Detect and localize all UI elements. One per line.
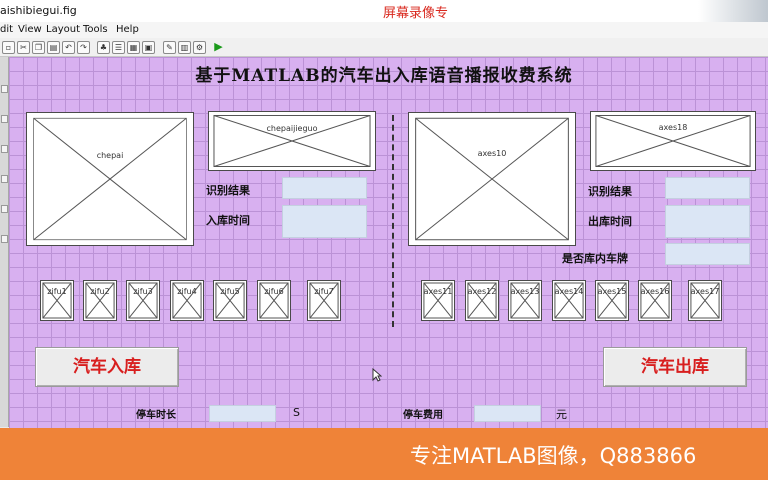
fee-field[interactable] — [474, 405, 541, 422]
menu-view[interactable]: View — [18, 24, 42, 35]
axes-axes18[interactable]: axes18 — [590, 111, 756, 171]
duration-label: 停车时长 — [136, 410, 176, 421]
window-title: aishibiegui.fig — [0, 4, 77, 17]
page-title: 基于MATLAB的汽车出入库语音播报收费系统 — [195, 66, 573, 86]
promo-banner-text: 专注MATLAB图像，Q883866 — [410, 444, 697, 468]
mouse-cursor-icon — [372, 368, 382, 382]
entry-result-field[interactable] — [282, 177, 367, 199]
axes-tag: zifu5 — [220, 287, 240, 296]
section-divider — [392, 115, 394, 327]
exit-time-field[interactable] — [665, 205, 750, 238]
redo-icon[interactable]: ↷ — [77, 41, 90, 54]
axes-axes11[interactable]: axes11 — [421, 280, 455, 321]
duration-unit: S — [293, 406, 300, 419]
axes-zifu2[interactable]: zifu2 — [83, 280, 117, 321]
tab-order-icon[interactable]: ▦ — [127, 41, 140, 54]
exit-time-label: 出库时间 — [588, 215, 632, 228]
axes-chepaijieguo[interactable]: chepaijieguo — [208, 111, 376, 171]
axes-tag: chepaijieguo — [266, 124, 318, 133]
axes-tag: axes13 — [510, 287, 540, 296]
axes-zifu4[interactable]: zifu4 — [170, 280, 204, 321]
axes-axes17[interactable]: axes17 — [688, 280, 722, 321]
undo-icon[interactable]: ↶ — [62, 41, 75, 54]
axes-tag: zifu4 — [177, 287, 197, 296]
fee-unit: 元 — [556, 408, 567, 421]
axes-tag: zifu2 — [90, 287, 110, 296]
axes-tag: axes10 — [477, 149, 507, 158]
menu-edit[interactable]: dit — [0, 24, 13, 35]
property-inspector-icon[interactable]: ▥ — [178, 41, 191, 54]
palette-tool-icon[interactable] — [1, 235, 8, 243]
align-icon[interactable]: ♣ — [97, 41, 110, 54]
title-bar: aishibiegui.fig 屏幕录像专 — [0, 0, 768, 40]
menu-bar: dit View Layout Tools Help — [0, 22, 768, 38]
axes-tag: zifu6 — [264, 287, 284, 296]
palette-tool-icon[interactable] — [1, 85, 8, 93]
duration-field[interactable] — [209, 405, 276, 422]
axes-zifu6[interactable]: zifu6 — [257, 280, 291, 321]
paste-icon[interactable]: ▤ — [47, 41, 60, 54]
axes-tag: zifu3 — [133, 287, 153, 296]
entry-time-label: 入库时间 — [206, 214, 250, 227]
car-entry-button[interactable]: 汽车入库 — [35, 347, 179, 387]
copy-icon[interactable]: ❐ — [32, 41, 45, 54]
axes-axes13[interactable]: axes13 — [508, 280, 542, 321]
in-garage-field[interactable] — [665, 243, 750, 265]
axes-axes15[interactable]: axes15 — [595, 280, 629, 321]
palette-tool-icon[interactable] — [1, 145, 8, 153]
exit-result-label: 识别结果 — [588, 185, 632, 198]
axes-tag: axes11 — [423, 287, 453, 296]
menu-tools[interactable]: Tools — [83, 24, 108, 35]
axes-chepai[interactable]: chepai — [26, 112, 194, 246]
menu-help[interactable]: Help — [116, 24, 139, 35]
axes-zifu7[interactable]: zifu7 — [307, 280, 341, 321]
object-browser-icon[interactable]: ⚙ — [193, 41, 206, 54]
cut-icon[interactable]: ✂ — [17, 41, 30, 54]
exit-result-field[interactable] — [665, 177, 750, 199]
axes-tag: zifu1 — [47, 287, 67, 296]
axes-tag: axes17 — [690, 287, 720, 296]
menu-editor-icon[interactable]: ☰ — [112, 41, 125, 54]
entry-result-label: 识别结果 — [206, 184, 250, 197]
axes-axes14[interactable]: axes14 — [552, 280, 586, 321]
axes-tag: zifu7 — [314, 287, 334, 296]
axes-tag: axes16 — [640, 287, 670, 296]
axes-zifu3[interactable]: zifu3 — [126, 280, 160, 321]
run-icon[interactable]: ▶ — [213, 41, 224, 52]
axes-tag: chepai — [96, 151, 124, 160]
axes-tag: axes14 — [554, 287, 584, 296]
axes-tag: axes18 — [658, 123, 688, 132]
palette-tool-icon[interactable] — [1, 205, 8, 213]
recording-watermark: 屏幕录像专 — [383, 6, 449, 21]
component-palette — [0, 57, 9, 427]
editor-icon[interactable]: ✎ — [163, 41, 176, 54]
palette-tool-icon[interactable] — [1, 175, 8, 183]
axes-tag: axes12 — [467, 287, 497, 296]
toolbar: ▫ ✂ ❐ ▤ ↶ ↷ ♣ ☰ ▦ ▣ ✎ ▥ ⚙ ▶ — [0, 38, 768, 57]
axes-zifu1[interactable]: zifu1 — [40, 280, 74, 321]
toolbar-editor-icon[interactable]: ▣ — [142, 41, 155, 54]
palette-tool-icon[interactable] — [1, 115, 8, 123]
car-exit-button[interactable]: 汽车出库 — [603, 347, 747, 387]
in-garage-label: 是否库内车牌 — [562, 252, 628, 265]
fee-label: 停车费用 — [403, 410, 443, 421]
promo-banner: 专注MATLAB图像，Q883866 — [0, 428, 768, 480]
axes-axes10[interactable]: axes10 — [408, 112, 576, 246]
axes-tag: axes15 — [597, 287, 627, 296]
axes-axes16[interactable]: axes16 — [638, 280, 672, 321]
axes-axes12[interactable]: axes12 — [465, 280, 499, 321]
entry-time-field[interactable] — [282, 205, 367, 238]
menu-layout[interactable]: Layout — [46, 24, 80, 35]
axes-zifu5[interactable]: zifu5 — [213, 280, 247, 321]
new-file-icon[interactable]: ▫ — [2, 41, 15, 54]
